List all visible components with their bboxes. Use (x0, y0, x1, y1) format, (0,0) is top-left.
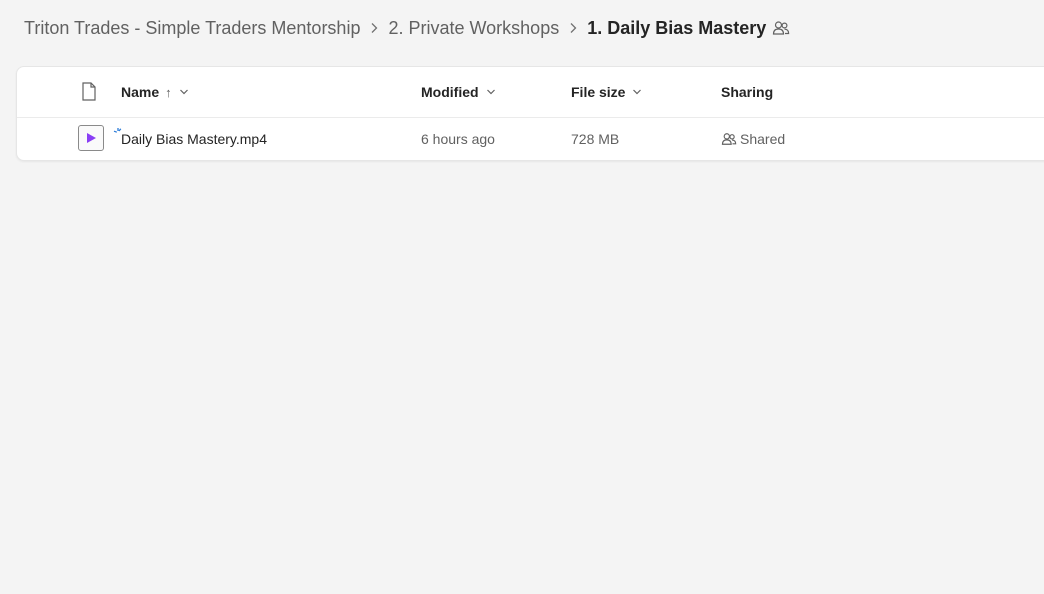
column-header-modified[interactable]: Modified (421, 67, 496, 117)
file-name-link[interactable]: Daily Bias Mastery.mp4 (121, 118, 267, 160)
file-sharing-status[interactable]: Shared (721, 118, 785, 160)
table-row[interactable]: Daily Bias Mastery.mp4 6 hours ago 728 M… (17, 118, 1044, 160)
breadcrumb: Triton Trades - Simple Traders Mentorshi… (24, 14, 790, 42)
file-type-icon[interactable] (81, 82, 97, 106)
file-size: 728 MB (571, 131, 620, 147)
video-file-icon[interactable] (78, 125, 104, 151)
column-header-sharing[interactable]: Sharing (721, 67, 773, 117)
file-modified: 6 hours ago (421, 131, 495, 147)
chevron-down-icon (179, 88, 189, 96)
file-list: Name ↑ Modified File size Sharing Daily … (16, 66, 1044, 161)
column-name-label: Name (121, 84, 160, 100)
chevron-right-icon (559, 22, 587, 34)
column-file-size-label: File size (571, 84, 626, 100)
shared-people-icon[interactable] (772, 20, 790, 36)
sort-ascending-icon: ↑ (165, 84, 172, 100)
column-modified-label: Modified (421, 84, 479, 100)
column-header-file-size[interactable]: File size (571, 67, 642, 117)
column-sharing-label: Sharing (721, 84, 774, 100)
column-header-name[interactable]: Name ↑ (121, 67, 189, 117)
table-header: Name ↑ Modified File size Sharing (17, 67, 1044, 118)
breadcrumb-item-current-folder: 1. Daily Bias Mastery (587, 17, 767, 38)
chevron-down-icon (632, 88, 642, 96)
shared-people-icon (721, 132, 737, 146)
breadcrumb-item-triton-trades[interactable]: Triton Trades - Simple Traders Mentorshi… (24, 18, 360, 39)
chevron-right-icon (360, 22, 388, 34)
chevron-down-icon (486, 88, 496, 96)
breadcrumb-item-private-workshops[interactable]: 2. Private Workshops (388, 18, 559, 39)
sharing-label: Shared (740, 131, 786, 147)
